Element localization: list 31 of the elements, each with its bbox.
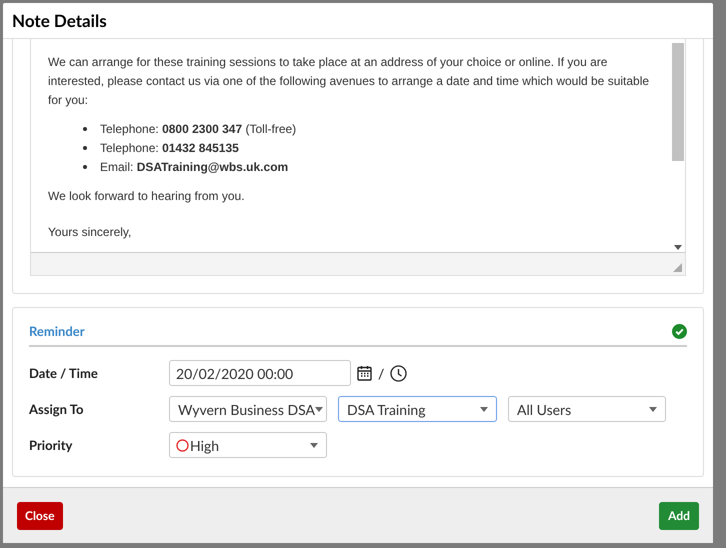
dropdown[interactable]: All Users [508, 396, 666, 422]
caret-icon [310, 442, 318, 448]
dropdown[interactable]: DSA Training [338, 396, 497, 422]
letter-paragraph: We look forward to hearing from you. [48, 188, 246, 205]
separator-text: / [378, 364, 384, 384]
add-button[interactable]: Add [659, 502, 699, 530]
bullet-icon [83, 165, 87, 170]
circle-icon [176, 438, 189, 452]
caret-icon [315, 406, 323, 412]
dropdown[interactable]: High [169, 432, 327, 458]
dropdown[interactable]: Wyvern Business DSA [169, 396, 327, 422]
clock-icon[interactable] [390, 364, 408, 382]
caret-icon [480, 406, 488, 412]
close-button[interactable]: Close [17, 502, 62, 530]
contact-line: Email: DSATraining@wbs.uk.com [100, 158, 288, 176]
field-label: Assign To [29, 400, 84, 419]
section-title: Reminder [29, 322, 85, 341]
bullet-icon [83, 146, 87, 150]
caret-icon [649, 406, 657, 412]
resize-grip-icon[interactable] [673, 262, 682, 272]
scrollbar-thumb[interactable] [672, 42, 684, 161]
bullet-icon [83, 127, 87, 132]
dialog-title: Note Details [12, 8, 107, 33]
field-label: Date / Time [29, 364, 99, 383]
contact-line: Telephone: 01432 845135 [100, 140, 239, 157]
field-label: Priority [29, 436, 74, 455]
date-field[interactable]: 20/02/2020 00:00 [169, 360, 351, 386]
letter-paragraph: Yours sincerely, [48, 224, 132, 241]
contact-line: Telephone: 0800 2300 347 (Toll-free) [100, 120, 296, 138]
letter-paragraph: We can arrange for these training sessions to take place at an address of your choice or online. If you are interested, please contact us via one of the following avenues to arrange a date and time which would be suitable for you: [48, 54, 650, 109]
calendar-icon[interactable] [357, 365, 372, 382]
